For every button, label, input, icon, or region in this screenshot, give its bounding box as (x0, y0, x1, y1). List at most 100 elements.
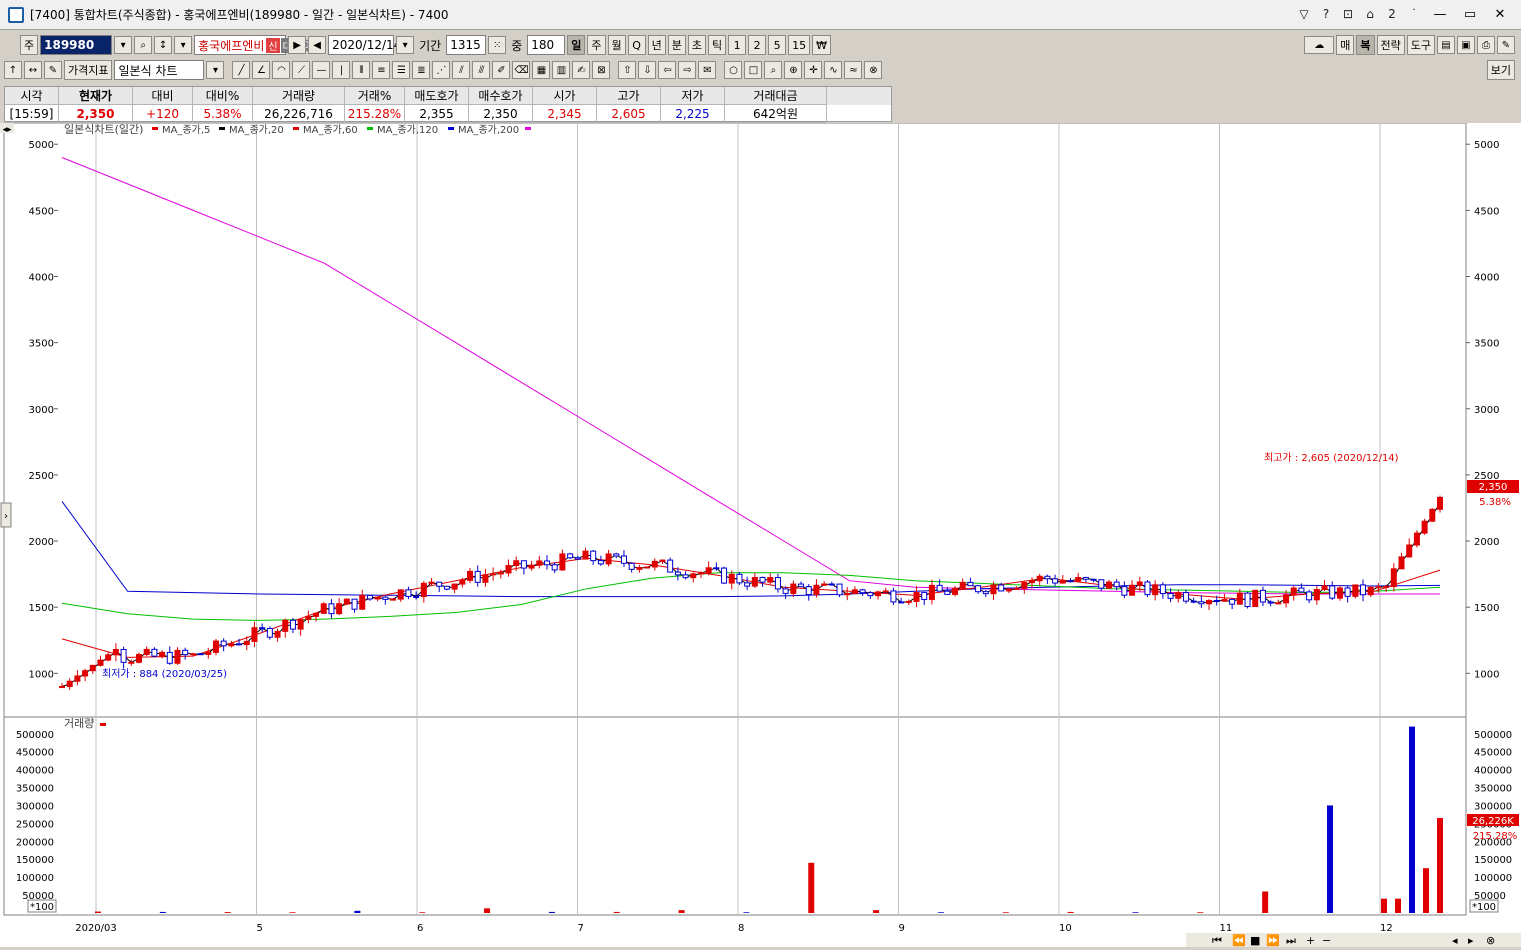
folder-icon[interactable]: ▤ (1437, 36, 1455, 54)
timeframe-year[interactable]: 년 (647, 35, 666, 55)
timeframe-15[interactable]: 15 (788, 35, 811, 55)
play-icon[interactable]: ▶ (288, 36, 307, 54)
circle-icon[interactable]: ○ (724, 61, 743, 79)
timeframe-2[interactable]: 2 (748, 35, 767, 55)
arrow-up-icon[interactable]: ↑ (4, 61, 22, 79)
parallel-icon[interactable]: ⫽ (452, 61, 471, 79)
zoom-reset-icon[interactable]: ⊕ (784, 61, 803, 79)
fan-icon[interactable]: ⋰ (432, 61, 451, 79)
date-tick-label-0: 2020/03 (75, 923, 117, 934)
arrows-horizontal-icon[interactable]: ↔ (24, 61, 42, 79)
wrench-icon[interactable]: ✎ (1497, 36, 1515, 54)
count-input[interactable]: 180 (527, 35, 566, 55)
timeframe-5[interactable]: 5 (768, 35, 787, 55)
search-icon[interactable]: ⌕ (134, 36, 153, 54)
scroll-end-icon[interactable]: ⏭ (1286, 934, 1296, 947)
horizontal-line-icon[interactable]: — (312, 61, 331, 79)
clear-icon[interactable]: ⊗ (864, 61, 883, 79)
help-dropdown-icon[interactable]: ▽ (1295, 5, 1313, 23)
pin-icon[interactable]: ˙ (1405, 5, 1423, 23)
reset-icon[interactable]: ⊗ (1486, 934, 1495, 947)
zoom-in-icon[interactable]: + (1306, 934, 1315, 947)
price-indicator-button[interactable]: 가격지표 (64, 60, 113, 80)
scroll-prev-icon[interactable]: ◂ (1452, 934, 1458, 947)
timeframe-quarter[interactable]: Q (627, 35, 646, 55)
arrow-left-box-icon[interactable]: ⇦ (658, 61, 677, 79)
note-icon[interactable]: ✉ (698, 61, 717, 79)
timeframe-second[interactable]: 초 (687, 35, 707, 55)
arrow-up-box-icon[interactable]: ⇧ (618, 61, 637, 79)
pen-icon[interactable]: ✐ (492, 61, 511, 79)
strategy-button[interactable]: 전략 (1376, 35, 1405, 55)
ruler-icon[interactable]: ▥ (552, 61, 571, 79)
chevron-down-icon[interactable]: ▾ (174, 36, 193, 54)
wave-icon[interactable]: ∿ (824, 61, 843, 79)
sort-icon[interactable]: ↕ (154, 36, 173, 54)
chevron-down-icon[interactable]: ▾ (206, 61, 225, 79)
price-pane[interactable] (3, 122, 1467, 718)
timeframe-day[interactable]: 일 (567, 35, 586, 55)
crosshair-icon[interactable]: ✛ (804, 61, 823, 79)
stock-code-input[interactable]: 189980 (40, 35, 113, 55)
currency-button[interactable]: ₩ (812, 35, 832, 55)
eraser-icon[interactable]: ⌫ (512, 61, 531, 79)
arrow-right-box-icon[interactable]: ⇨ (678, 61, 697, 79)
zoom-icon[interactable]: ⌕ (764, 61, 783, 79)
chart-svg[interactable]: 1000 10001500 15002000 20002500 25003000 3000… (0, 122, 1521, 947)
wave2-icon[interactable]: ≈ (844, 61, 863, 79)
volume-pane[interactable] (3, 716, 1467, 916)
timeframe-tick[interactable]: 틱 (708, 35, 727, 55)
scroll-fast-back-icon[interactable]: ⏪ (1232, 934, 1246, 947)
scroll-start-icon[interactable]: ⏮ (1212, 934, 1222, 947)
fibo-fan-icon[interactable]: ≣ (412, 61, 431, 79)
timeframe-1[interactable]: 1 (728, 35, 747, 55)
channel-icon[interactable]: ≡ (372, 61, 391, 79)
date-input[interactable]: 2020/12/14 (328, 35, 401, 55)
cloud-icon[interactable]: ☁ (1304, 36, 1335, 54)
cycle-lines-icon[interactable]: ⦀ (352, 61, 371, 79)
palette-icon[interactable]: ▦ (532, 61, 551, 79)
edit-icon[interactable]: ✎ (44, 61, 62, 79)
chevron-down-icon[interactable]: ▾ (114, 36, 133, 54)
text-icon[interactable]: ✍ (572, 61, 591, 79)
candle-body-5 (97, 659, 104, 666)
maximize-button[interactable]: ▭ (1457, 5, 1483, 23)
box-icon[interactable]: ⊠ (592, 61, 611, 79)
close-button[interactable]: ✕ (1487, 5, 1513, 23)
zoom-out-icon[interactable]: − (1322, 934, 1331, 947)
back-icon[interactable]: ◀ (308, 36, 327, 54)
trade-button[interactable]: 매 (1336, 35, 1355, 55)
period-input[interactable]: 1315 (446, 35, 487, 55)
scroll-fast-forward-icon[interactable]: ⏩ (1266, 934, 1280, 947)
timeframe-minute[interactable]: 분 (667, 35, 686, 55)
lock-icon[interactable]: ⌂ (1361, 5, 1379, 23)
tools-button[interactable]: 도구 (1406, 35, 1435, 55)
vertical-line-icon[interactable]: | (332, 61, 351, 79)
print-icon[interactable]: ⎙ (1477, 36, 1495, 54)
arrow-down-box-icon[interactable]: ⇩ (638, 61, 657, 79)
save-icon[interactable]: ▣ (1457, 36, 1475, 54)
pitchfork-icon[interactable]: ⫻ (472, 61, 491, 79)
num-icon[interactable]: 2 (1383, 5, 1401, 23)
calendar-dropdown-icon[interactable]: ▾ (396, 36, 415, 54)
link-icon[interactable]: ⊡ (1339, 5, 1357, 23)
scroll-next-icon[interactable]: ▸ (1468, 934, 1474, 947)
timeframe-month[interactable]: 월 (607, 35, 626, 55)
view-button[interactable]: 보기 (1486, 60, 1515, 80)
fibo-icon[interactable]: ☰ (392, 61, 411, 79)
ray-icon[interactable]: ⟋ (292, 61, 311, 79)
help-icon[interactable]: ? (1317, 5, 1335, 23)
chart-area[interactable]: 1000 1000 1500 1500 2000 2000 2500 2500 3000 3000… (0, 122, 1521, 947)
code-prefix-button[interactable]: 주 (20, 35, 39, 55)
square-icon[interactable]: □ (744, 61, 763, 79)
grid-icon[interactable]: ⁙ (488, 36, 507, 54)
timeframe-week[interactable]: 주 (587, 35, 606, 55)
chart-type-select[interactable]: 일본식 차트 (114, 60, 205, 80)
stock-name-field[interactable]: 홍국에프엔비 신 대 40 (194, 35, 312, 55)
duplicate-button[interactable]: 복 (1356, 35, 1375, 55)
stop-icon[interactable]: ■ (1250, 934, 1260, 947)
arc-icon[interactable]: ◠ (272, 61, 291, 79)
minimize-button[interactable]: — (1427, 5, 1453, 23)
trendline-icon[interactable]: ╱ (232, 61, 251, 79)
angle-icon[interactable]: ∠ (252, 61, 271, 79)
